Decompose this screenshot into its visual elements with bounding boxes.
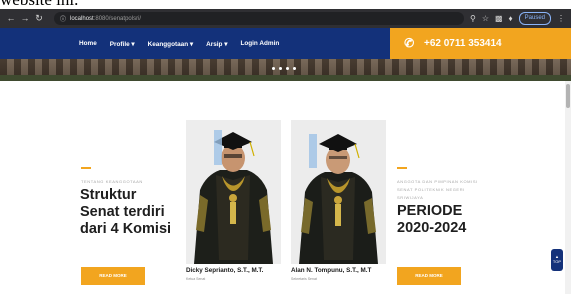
slider-dot[interactable] xyxy=(293,67,296,70)
slider-dots xyxy=(272,67,296,70)
right-title: PERIODE 2020-2024 xyxy=(397,203,466,237)
info-icon[interactable]: ⓘ xyxy=(60,14,66,23)
scrollbar-thumb[interactable] xyxy=(566,84,570,108)
content-section: TENTANG KEANGGOTAAN Struktur Senat terdi… xyxy=(0,81,565,294)
left-title: Struktur Senat terdiri dari 4 Komisi xyxy=(80,187,171,238)
top-label: TOP xyxy=(552,259,562,264)
person-role-2: Sekretaris Senat xyxy=(291,277,317,281)
left-eyebrow: TENTANG KEANGGOTAAN xyxy=(81,179,143,184)
back-to-top-button[interactable]: ▲ TOP xyxy=(551,249,563,271)
nav-keanggotaan[interactable]: Keanggotaan ▾ xyxy=(148,40,193,48)
nav-home[interactable]: Home xyxy=(79,40,97,47)
nav-arsip[interactable]: Arsip ▾ xyxy=(206,40,227,48)
left-title-line1: Struktur xyxy=(80,187,137,203)
slider-dot[interactable] xyxy=(272,67,275,70)
portrait-alan xyxy=(291,120,386,264)
accent-line-left xyxy=(81,167,91,169)
star-icon[interactable]: ☆ xyxy=(482,14,489,23)
menu-kebab-icon[interactable]: ⋮ xyxy=(557,14,565,23)
left-title-line3: dari 4 Komisi xyxy=(80,221,172,237)
slider-dot[interactable] xyxy=(286,67,289,70)
extension-icon[interactable]: ▩ xyxy=(495,14,503,23)
portrait-figure-2 xyxy=(291,120,386,264)
accent-line-right xyxy=(397,167,407,169)
caption-text: website ini. xyxy=(0,0,78,9)
profile-paused-button[interactable]: Paused xyxy=(518,12,551,25)
nav-login-admin[interactable]: Login Admin xyxy=(240,40,279,47)
right-read-more-button[interactable]: READ MORE xyxy=(397,267,461,285)
search-icon[interactable]: ⚲ xyxy=(470,14,476,23)
phone-number: +62 0711 353414 xyxy=(424,38,502,49)
person-name-2: Alan N. Tompunu, S.T., M.T xyxy=(291,267,372,274)
nav-profile[interactable]: Profile ▾ xyxy=(110,40,135,48)
phone-icon: ✆ xyxy=(402,34,416,51)
browser-actions: ⚲ ☆ ▩ ♦ Paused ⋮ xyxy=(470,11,565,26)
forward-icon[interactable]: → xyxy=(18,9,32,28)
person-role-1: Ketua Senat xyxy=(186,277,206,281)
caption-fragment: website ini. xyxy=(0,0,571,9)
browser-toolbar: ← → ↻ ⓘ localhost :8080/senatpolsri/ ⚲ ☆… xyxy=(0,9,571,28)
url-path: :8080/senatpolsri/ xyxy=(93,15,142,22)
address-bar[interactable]: ⓘ localhost :8080/senatpolsri/ xyxy=(54,12,464,25)
slider-dot[interactable] xyxy=(279,67,282,70)
right-eyebrow-line3: SRIWIJAYA xyxy=(397,195,424,200)
right-eyebrow-line1: ANGGOTA DAN PIMPINAN KOMISI xyxy=(397,179,478,184)
left-title-line2: Senat terdiri xyxy=(80,204,165,220)
main-menu: Home Profile ▾ Keanggotaan ▾ Arsip ▾ Log… xyxy=(79,28,279,59)
phone-panel: ✆ +62 0711 353414 xyxy=(390,28,571,59)
url-host: localhost xyxy=(70,15,94,22)
person-name-1: Dicky Seprianto, S.T., M.T. xyxy=(186,267,264,274)
page-scrollbar[interactable] xyxy=(565,81,571,294)
puzzle-icon[interactable]: ♦ xyxy=(509,14,513,23)
right-eyebrow-line2: SENAT POLITEKNIK NEGERI xyxy=(397,187,465,192)
back-icon[interactable]: ← xyxy=(4,9,18,28)
right-eyebrow: ANGGOTA DAN PIMPINAN KOMISI SENAT POLITE… xyxy=(397,178,507,202)
portrait-figure-1 xyxy=(186,120,281,264)
portrait-dicky xyxy=(186,120,281,264)
left-read-more-button[interactable]: READ MORE xyxy=(81,267,145,285)
reload-icon[interactable]: ↻ xyxy=(32,9,46,28)
right-title-line1: PERIODE xyxy=(397,203,463,219)
right-title-line2: 2020-2024 xyxy=(397,220,467,236)
hero-banner xyxy=(0,59,571,81)
